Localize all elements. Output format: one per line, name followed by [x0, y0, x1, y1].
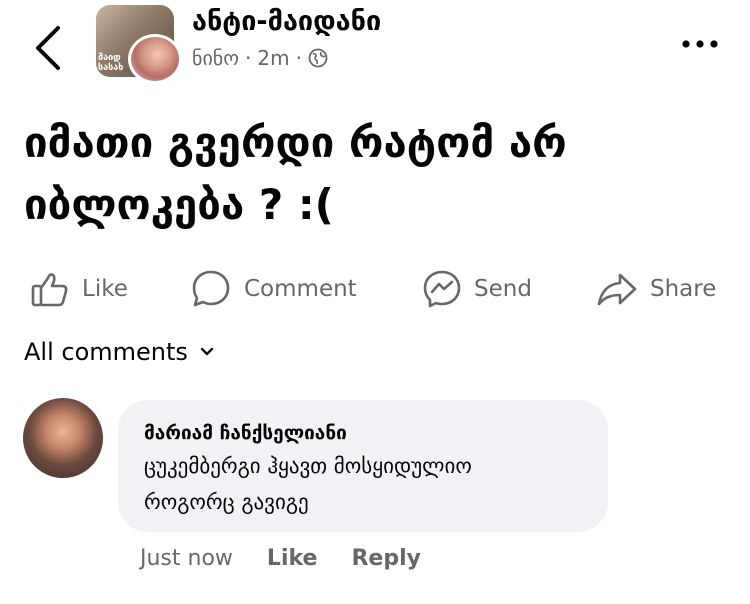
messenger-icon [423, 270, 461, 308]
comment-time: Just now [140, 545, 233, 571]
comments-filter-dropdown[interactable]: All comments [24, 338, 214, 366]
author-avatar[interactable] [128, 34, 182, 84]
more-options-button[interactable] [680, 36, 720, 52]
group-avatar-badge: მაიდ სასახ [98, 53, 124, 73]
comment-like-button[interactable]: Like [267, 546, 318, 571]
comment-button[interactable]: Comment [190, 262, 357, 316]
share-label: Share [650, 276, 717, 302]
share-button[interactable]: Share [596, 262, 716, 316]
comment-text: ცუკემბერგი ჰყავთ მოსყიდულიო როგორც გავიგ… [144, 454, 472, 514]
meta-separator: · [244, 46, 252, 70]
comment-actions: Just now Like Reply [140, 540, 421, 576]
comment-bubble-icon [192, 270, 230, 307]
send-label: Send [474, 276, 532, 302]
comment-label: Comment [244, 276, 357, 302]
post-meta: ნინო · 2m · [192, 46, 328, 70]
thumbs-up-icon [31, 273, 68, 307]
post-header: მაიდ სასახ ანტი-მაიდანი ნინო · 2m · [0, 0, 750, 100]
like-button[interactable]: Like [30, 262, 128, 316]
commenter-avatar[interactable] [23, 398, 103, 478]
chevron-down-icon [200, 347, 214, 356]
comments-filter-label: All comments [24, 338, 188, 366]
globe-icon [308, 48, 328, 68]
share-arrow-icon [597, 273, 637, 306]
comment-reply-button[interactable]: Reply [351, 546, 421, 571]
back-button[interactable] [30, 24, 66, 72]
send-button[interactable]: Send [422, 262, 532, 316]
post-time[interactable]: 2m [257, 46, 289, 70]
like-label: Like [82, 276, 128, 302]
meta-separator: · [295, 46, 302, 70]
chevron-left-icon [36, 26, 60, 70]
more-dots-icon [682, 40, 718, 48]
comment-author[interactable]: მარიამ ჩანქსელიანი [144, 418, 582, 448]
comment-bubble: მარიამ ჩანქსელიანი ცუკემბერგი ჰყავთ მოსყ… [118, 400, 608, 532]
post-actions: Like Comment Send Share [0, 262, 750, 316]
author-name[interactable]: ნინო [192, 46, 239, 70]
post-text: იმათი გვერდი რატომ არ იბლოკება ? :( [24, 118, 567, 229]
group-name[interactable]: ანტი-მაიდანი [192, 6, 381, 37]
